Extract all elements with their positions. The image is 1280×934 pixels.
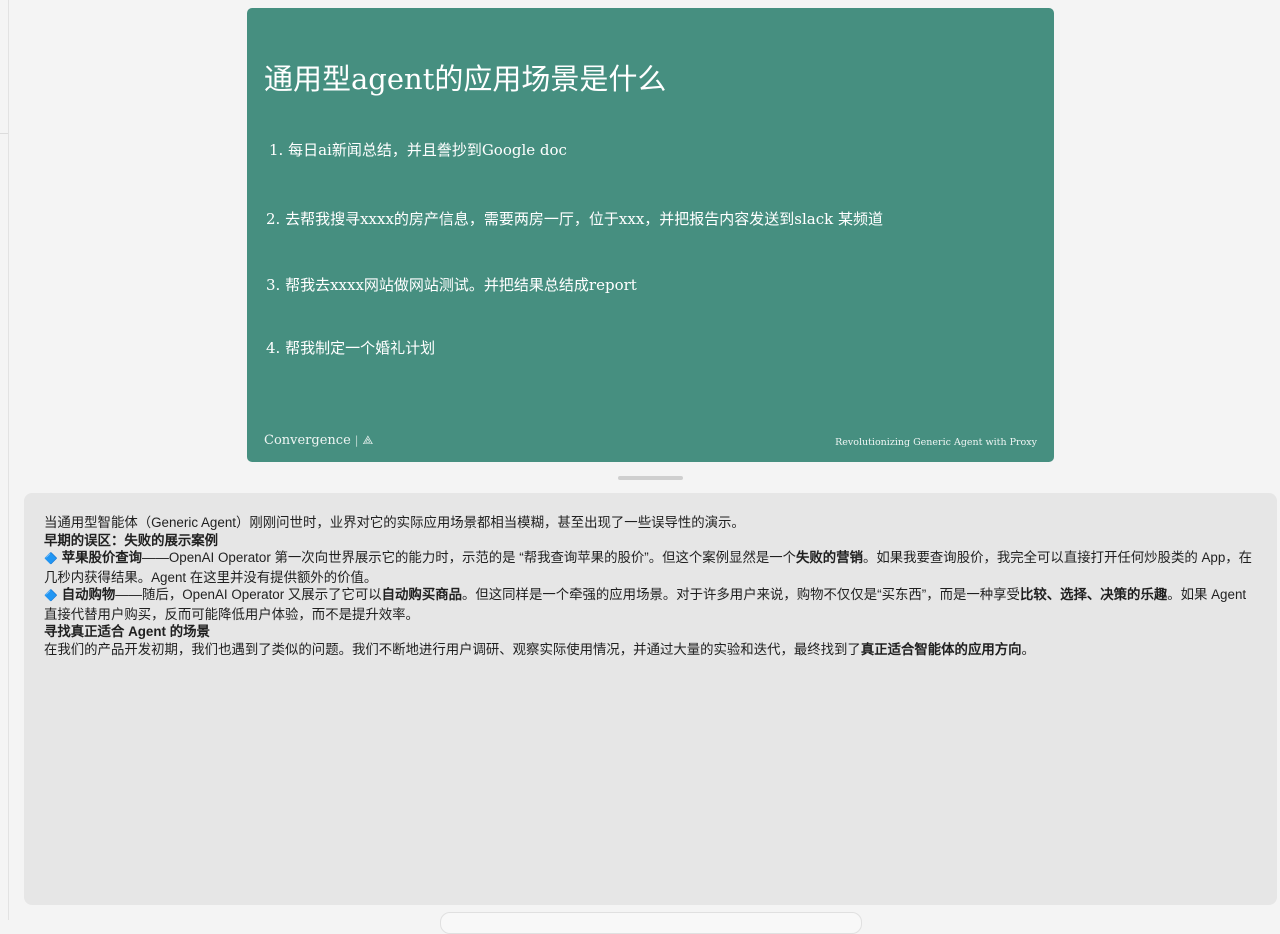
bullet-title: 苹果股价查询 <box>61 550 143 565</box>
closing-emphasis: 真正适合智能体的应用方向 <box>860 641 1022 657</box>
slide-tagline: Revolutionizing Generic Agent with Proxy <box>835 437 1037 448</box>
notes-closing: 在我们的产品开发初期，我们也遇到了类似的问题。我们不断地进行用户调研、观察实际使… <box>44 641 1257 659</box>
closing-text: 在我们的产品开发初期，我们也遇到了类似的问题。我们不断地进行用户调研、观察实际使… <box>44 641 861 657</box>
slide-list-item: 4. 帮我制定一个婚礼计划 <box>266 339 436 357</box>
bullet-text: ——随后，OpenAI Operator 又展示了它可以 <box>115 587 382 602</box>
closing-text: 。 <box>1021 641 1035 657</box>
slide-title: 通用型agent的应用场景是什么 <box>264 62 667 96</box>
blue-diamond-icon: 🔷 <box>44 590 58 602</box>
logo-separator: | <box>354 434 359 447</box>
slide-list-item: 2. 去帮我搜寻xxxx的房产信息，需要两房一厅，位于xxx，并把报告内容发送到… <box>266 210 883 228</box>
convergence-logo: Convergence | ⟁ <box>264 433 373 448</box>
logo-wordmark: Convergence <box>264 433 351 448</box>
notes-heading: 寻找真正适合 Agent 的场景 <box>44 624 210 639</box>
rail-divider <box>0 133 8 134</box>
notes-intro: 当通用型智能体（Generic Agent）刚刚问世时，业界对它的实际应用场景都… <box>44 515 745 530</box>
notes-bullet: 🔷 苹果股价查询——OpenAI Operator 第一次向世界展示它的能力时，示… <box>44 549 1257 586</box>
bottom-toolbar-edge[interactable] <box>440 912 862 934</box>
left-rail <box>0 0 9 920</box>
bullet-emphasis: 失败的营销 <box>796 550 863 565</box>
speaker-notes-panel[interactable]: 当通用型智能体（Generic Agent）刚刚问世时，业界对它的实际应用场景都… <box>24 493 1277 905</box>
bullet-emphasis: 自动购买商品 <box>381 587 462 602</box>
slide-preview[interactable]: 通用型agent的应用场景是什么 1. 每日ai新闻总结，并且誊抄到Google… <box>247 8 1054 462</box>
bullet-text: 。但这同样是一个牵强的应用场景。对于许多用户来说，购物不仅仅是“买东西”，而是一… <box>462 587 1020 602</box>
panel-resize-handle[interactable] <box>618 476 683 480</box>
logo-mark-icon: ⟁ <box>362 433 374 447</box>
bullet-text: ——OpenAI Operator 第一次向世界展示它的能力时，示范的是 “帮我… <box>142 550 797 565</box>
bullet-title: 自动购物 <box>61 587 116 602</box>
notes-heading: 早期的误区：失败的展示案例 <box>44 532 219 548</box>
bullet-emphasis: 比较、选择、决策的乐趣 <box>1019 587 1168 602</box>
slide-list-item: 1. 每日ai新闻总结，并且誊抄到Google doc <box>269 141 567 159</box>
blue-diamond-icon: 🔷 <box>44 553 58 565</box>
notes-bullet: 🔷 自动购物——随后，OpenAI Operator 又展示了它可以自动购买商品。… <box>44 586 1257 623</box>
slide-list-item: 3. 帮我去xxxx网站做网站测试。并把结果总结成report <box>266 276 637 294</box>
